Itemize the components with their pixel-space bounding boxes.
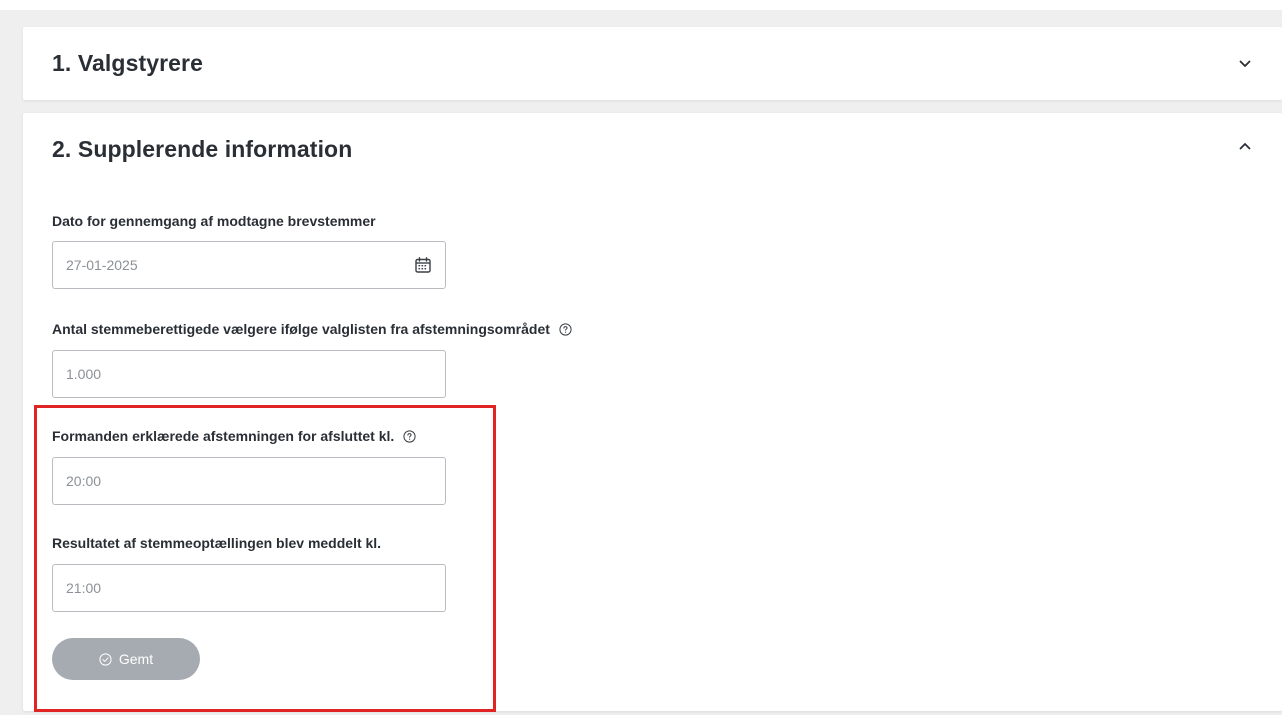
- check-circle-icon: [99, 652, 112, 666]
- result-time-value: 21:00: [66, 580, 102, 596]
- help-icon[interactable]: [559, 322, 572, 336]
- closing-time-label: Formanden erklærede afstemningen for afs…: [52, 428, 416, 444]
- result-time-label: Resultatet af stemmeoptællingen blev med…: [52, 535, 381, 551]
- eligible-voters-value: 1.000: [66, 366, 102, 382]
- section-supplerende-information: 2. Supplerende information Dato for genn…: [23, 113, 1282, 711]
- date-review-label-text: Dato for gennemgang af modtagne brevstem…: [52, 213, 376, 229]
- top-strip: [0, 0, 1282, 10]
- date-review-input[interactable]: 27-01-2025: [52, 241, 446, 289]
- eligible-voters-label: Antal stemmeberettigede vælgere ifølge v…: [52, 321, 572, 337]
- closing-time-value: 20:00: [66, 473, 102, 489]
- section-valgstyrere[interactable]: 1. Valgstyrere: [23, 27, 1282, 100]
- result-time-input[interactable]: 21:00: [52, 564, 446, 612]
- chevron-down-icon[interactable]: [1238, 57, 1252, 71]
- date-review-value: 27-01-2025: [66, 257, 138, 273]
- section-title: 2. Supplerende information: [52, 136, 353, 162]
- section-header[interactable]: 1. Valgstyrere: [52, 27, 1282, 100]
- saved-button[interactable]: Gemt: [52, 638, 200, 680]
- chevron-up-icon[interactable]: [1238, 139, 1252, 153]
- closing-time-input[interactable]: 20:00: [52, 457, 446, 505]
- date-review-label: Dato for gennemgang af modtagne brevstem…: [52, 213, 376, 229]
- section-title: 1. Valgstyrere: [52, 50, 204, 76]
- eligible-voters-input[interactable]: 1.000: [52, 350, 446, 398]
- page: 1. Valgstyrere 2. Supplerende informatio…: [0, 0, 1282, 715]
- closing-time-label-text: Formanden erklærede afstemningen for afs…: [52, 428, 395, 444]
- eligible-voters-label-text: Antal stemmeberettigede vælgere ifølge v…: [52, 321, 550, 337]
- result-time-label-text: Resultatet af stemmeoptællingen blev med…: [52, 535, 382, 551]
- help-icon[interactable]: [403, 429, 416, 443]
- calendar-icon[interactable]: [414, 256, 432, 274]
- section-header[interactable]: 2. Supplerende information: [52, 113, 1282, 186]
- saved-button-label: Gemt: [118, 651, 154, 667]
